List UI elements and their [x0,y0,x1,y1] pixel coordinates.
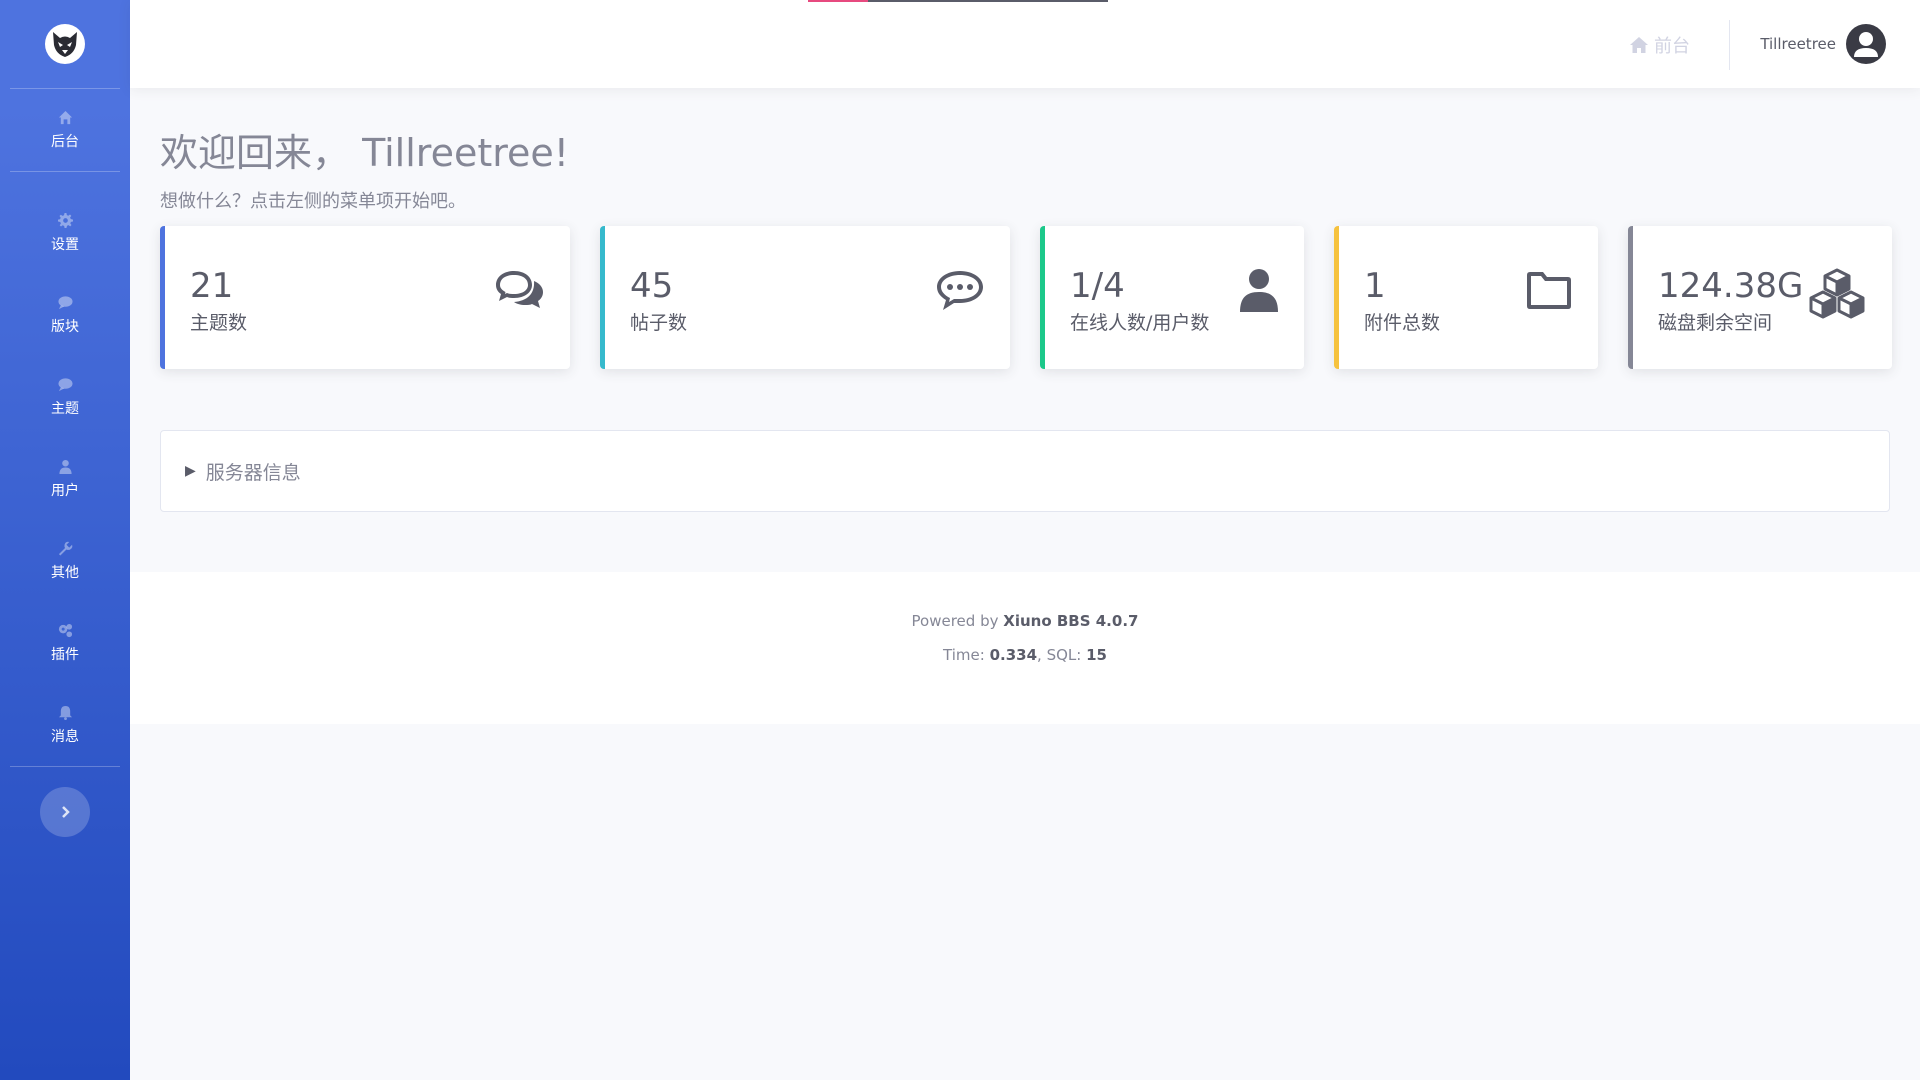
comments-icon [494,268,546,318]
stat-label: 主题数 [190,312,248,334]
sidebar-item-users[interactable]: 用户 [0,438,130,520]
main-content: 欢迎回来， Tillreetree! 想做什么？点击左侧的菜单项开始吧。 21 … [130,88,1920,512]
brand-mask-icon[interactable] [45,24,85,64]
stat-card-posts: 45 帖子数 [600,226,1010,369]
page-subtitle: 想做什么？点击左侧的菜单项开始吧。 [160,191,466,212]
sidebar: 后台 设置 版块 主题 用户 其他 插件 消息 [0,0,130,1080]
footer-sql-value: 15 [1086,646,1107,664]
stat-label: 附件总数 [1364,312,1441,334]
sidebar-item-label: 主题 [51,401,79,417]
stat-value: 1/4 [1070,266,1125,306]
sidebar-item-threads[interactable]: 主题 [0,356,130,438]
stat-card-disk: 124.38G 磁盘剩余空间 [1628,226,1892,369]
server-info-toggle[interactable]: ▶ 服务器信息 [160,430,1890,512]
stat-value: 1 [1364,266,1386,306]
user-avatar-icon [1854,32,1878,57]
footer-stats: Time: 0.334, SQL: 15 [943,646,1107,664]
server-info-label: 服务器信息 [205,461,301,484]
sidebar-item-plugins[interactable]: 插件 [0,602,130,684]
stat-card-attachments: 1 附件总数 [1334,226,1598,369]
commenting-icon [934,268,986,318]
sidebar-item-label: 消息 [51,729,79,745]
sidebar-item-label: 版块 [51,319,79,335]
wrench-icon [57,540,73,556]
loading-progress-bar [808,0,1108,2]
stats-cards: 21 主题数 45 帖子数 1/4 在线人数/用户数 1 附件总数 124.38… [160,226,1892,369]
gear-icon [57,212,73,228]
sidebar-item-forums[interactable]: 版块 [0,274,130,356]
front-link[interactable]: 前台 [1630,32,1690,58]
cubes-icon [1806,268,1868,324]
folder-icon [1524,268,1574,316]
sidebar-item-label: 后台 [51,134,79,150]
username: Tillreetree [1760,35,1836,53]
caret-right-icon: ▶ [185,463,196,479]
front-link-label: 前台 [1654,36,1690,57]
stat-value: 45 [630,266,674,306]
stat-card-online: 1/4 在线人数/用户数 [1040,226,1304,369]
sidebar-divider [10,171,120,172]
sidebar-item-label: 其他 [51,565,79,581]
footer: Powered by Xiuno BBS 4.0.7 Time: 0.334, … [130,572,1920,724]
stat-label: 帖子数 [630,312,688,334]
topbar: 前台 Tillreetree [130,0,1920,88]
stat-label: 磁盘剩余空间 [1658,312,1773,334]
gears-icon [57,622,73,638]
sidebar-item-label: 插件 [51,647,79,663]
chat-bubble-icon [57,376,73,392]
chevron-right-icon [62,806,70,818]
home-icon [57,109,73,125]
footer-powered-link[interactable]: Xiuno BBS 4.0.7 [1003,612,1138,630]
stat-label: 在线人数/用户数 [1070,312,1210,334]
sidebar-item-dashboard[interactable]: 后台 [0,89,130,171]
brand[interactable] [0,0,130,88]
stat-card-threads: 21 主题数 [160,226,570,369]
avatar[interactable] [1846,24,1886,64]
sidebar-item-label: 设置 [51,237,79,253]
topbar-divider [1729,20,1730,70]
stat-value: 21 [190,266,234,306]
sidebar-divider [10,766,120,767]
bell-icon [57,704,73,720]
sidebar-item-messages[interactable]: 消息 [0,684,130,766]
page-title: 欢迎回来， Tillreetree! [160,131,570,175]
home-icon [1630,37,1648,53]
sidebar-toggle-button[interactable] [40,787,90,837]
user-menu[interactable]: Tillreetree [1760,24,1886,64]
footer-time-value: 0.334 [989,646,1038,664]
stat-value: 124.38G [1658,266,1804,306]
user-icon [1238,268,1280,318]
user-icon [57,458,73,474]
sidebar-item-other[interactable]: 其他 [0,520,130,602]
footer-powered: Powered by Xiuno BBS 4.0.7 [911,612,1139,630]
sidebar-item-settings[interactable]: 设置 [0,192,130,274]
sidebar-item-label: 用户 [51,483,79,499]
chat-bubble-icon [57,294,73,310]
